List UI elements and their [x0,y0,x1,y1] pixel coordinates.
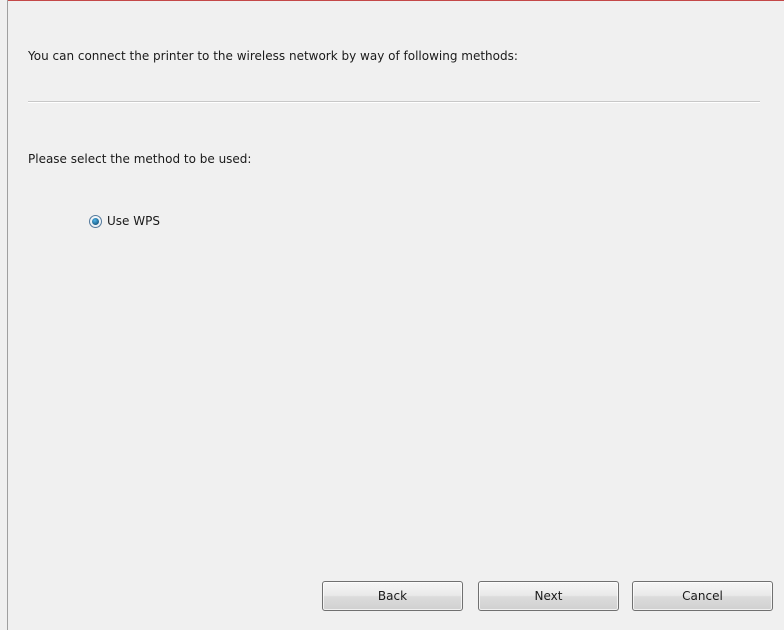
back-button[interactable]: Back [322,581,463,611]
cancel-button[interactable]: Cancel [632,581,773,611]
radio-button-icon[interactable] [89,214,102,228]
wizard-dialog: You can connect the printer to the wirel… [7,0,784,630]
method-prompt: Please select the method to be used: [28,152,252,166]
separator-line [28,101,760,103]
radio-option-use-wps[interactable]: Use WPS [89,214,160,228]
intro-text: You can connect the printer to the wirel… [28,49,518,63]
window-top-edge [8,0,784,1]
next-button[interactable]: Next [478,581,619,611]
radio-selected-dot [92,217,99,225]
radio-label-use-wps[interactable]: Use WPS [107,214,160,228]
